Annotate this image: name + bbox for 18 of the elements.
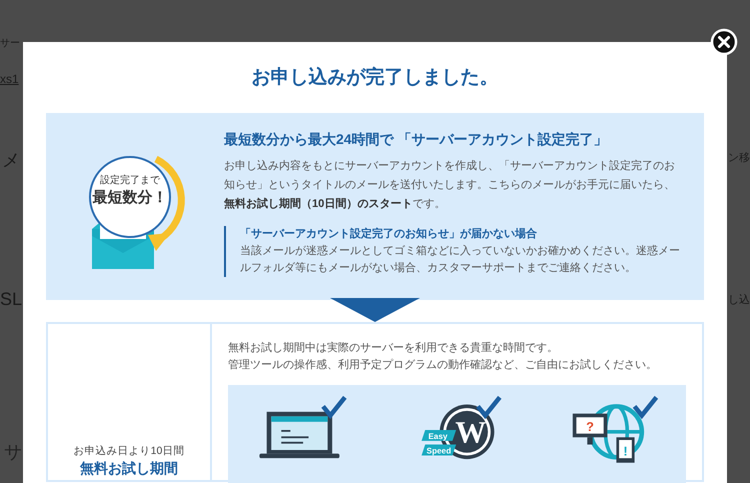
note-heading: 「サーバーアカウント設定完了のお知らせ」が届かない場合 [240, 226, 538, 242]
trial-title: 無料お試し期間 [80, 460, 178, 478]
check-icon [476, 396, 502, 420]
info-heading: 最短数分から最大24時間で 「サーバーアカウント設定完了」 [224, 131, 608, 149]
tablet-icon: ! [616, 437, 634, 463]
info-paragraph: お申し込み内容をもとにサーバーアカウントを作成し、「サーバーアカウント設定完了のお知らせ」というタイトルのメールを送付いたします。こちらのメールがお手元に届いたら、無料お試し期間（10日間）のスタートです。 [224, 158, 676, 212]
intro-text: 管理ツールの操作感、利用予定プログラムの動作確認など、ご自由にお試しください。 [228, 358, 658, 373]
close-icon[interactable] [710, 28, 738, 56]
intro-text: 無料お試し期間中は実際のサーバーを利用できる貴重な時間です。 [228, 340, 559, 356]
note-text: 当該メールが迷惑メールとしてゴミ箱などに入っていないかお確かめください。迷惑メールフォルダ等にもメールがない場合、カスタマーサポートまでご連絡ください。 [240, 244, 681, 276]
label-tag: Speed [422, 444, 456, 456]
label-tag: Easy [422, 430, 456, 442]
badge-caption: 設定完了まで [99, 174, 161, 187]
check-icon [632, 396, 658, 420]
down-arrow-icon [330, 298, 420, 322]
trial-caption: お申込み日より10日間 [74, 444, 184, 458]
badge-headline: 最短数分！ [92, 188, 168, 207]
dialog-title: お申し込みが完了しました。 [250, 66, 500, 90]
